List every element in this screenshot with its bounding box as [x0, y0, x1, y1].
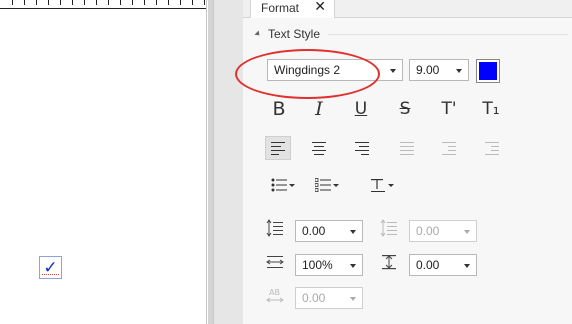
justify-icon: [400, 141, 414, 155]
chevron-down-icon: [456, 69, 462, 73]
document-canvas[interactable]: ✓: [0, 0, 207, 324]
numbered-list-icon: [315, 178, 331, 192]
italic-icon: I: [315, 98, 323, 120]
align-center-icon: [312, 141, 326, 155]
outdent-icon: [485, 141, 499, 155]
bold-button[interactable]: B: [266, 97, 292, 121]
character-spacing-select[interactable]: 0.00: [295, 287, 363, 309]
bullet-list-icon: [271, 178, 287, 192]
chevron-down-icon: [289, 183, 295, 187]
subscript-icon: T₁: [482, 99, 500, 119]
align-center-button[interactable]: [306, 136, 332, 160]
indent-button[interactable]: [436, 136, 462, 160]
collapse-triangle-icon: [254, 30, 262, 38]
chevron-down-icon: [464, 264, 470, 268]
justify-button[interactable]: [394, 136, 420, 160]
baseline-offset-select[interactable]: 0.00: [409, 254, 477, 276]
text-direction-button[interactable]: [367, 173, 397, 197]
character-scale-icon: [264, 251, 286, 273]
format-panel: Format ✕ Text Style Wingdings 2 9.00 B I…: [235, 0, 572, 324]
ruler: [0, 0, 206, 9]
strikethrough-icon: S: [399, 99, 411, 119]
bold-icon: B: [272, 98, 286, 120]
baseline-offset-icon: [378, 251, 400, 273]
font-family-value: Wingdings 2: [274, 63, 341, 77]
font-color-swatch: [479, 62, 497, 80]
subscript-button[interactable]: T₁: [478, 97, 504, 121]
tab-format-label: Format: [261, 1, 300, 15]
superscript-button[interactable]: T': [436, 97, 462, 121]
chevron-down-icon: [388, 183, 394, 187]
paragraph-spacing-icon: [378, 217, 400, 239]
text-direction-icon: [371, 179, 385, 192]
align-left-icon: [271, 141, 285, 155]
character-spacing-icon: AB: [264, 284, 286, 306]
chevron-down-icon: [350, 297, 356, 301]
chevron-down-icon: [333, 183, 339, 187]
tab-format[interactable]: Format ✕: [250, 0, 335, 18]
underline-icon: U: [354, 99, 368, 119]
panel-splitter[interactable]: [208, 0, 243, 324]
line-spacing-select[interactable]: 0.00: [295, 220, 363, 242]
svg-text:AB: AB: [269, 288, 280, 297]
section-title: Text Style: [268, 27, 321, 41]
font-size-select[interactable]: 9.00: [409, 59, 469, 81]
chevron-down-icon: [350, 230, 356, 234]
paragraph-spacing-select[interactable]: 0.00: [409, 220, 477, 242]
character-scale-select[interactable]: 100%: [295, 254, 363, 276]
chevron-down-icon: [464, 230, 470, 234]
superscript-icon: T': [441, 99, 457, 119]
strikethrough-button[interactable]: S: [392, 97, 418, 121]
paragraph-spacing-value: 0.00: [416, 224, 440, 238]
section-divider: [328, 34, 568, 35]
outdent-button[interactable]: [479, 136, 505, 160]
align-left-button[interactable]: [265, 136, 291, 160]
bullet-list-button[interactable]: [267, 173, 299, 197]
tab-bar: Format ✕: [243, 0, 572, 18]
close-icon[interactable]: ✕: [314, 0, 326, 15]
line-spacing-icon: [264, 217, 286, 239]
font-size-value: 9.00: [416, 63, 440, 77]
italic-button[interactable]: I: [306, 97, 332, 121]
chevron-down-icon: [350, 264, 356, 268]
baseline-offset-value: 0.00: [416, 258, 440, 272]
font-color-picker[interactable]: [476, 59, 500, 83]
font-family-select[interactable]: Wingdings 2: [267, 59, 403, 81]
checkbox-glyph[interactable]: ✓: [39, 256, 62, 279]
line-spacing-value: 0.00: [302, 224, 326, 238]
text-style-header[interactable]: Text Style: [254, 27, 321, 41]
indent-icon: [442, 141, 456, 155]
chevron-down-icon: [390, 69, 396, 73]
underline-button[interactable]: U: [348, 97, 374, 121]
numbered-list-button[interactable]: [311, 173, 343, 197]
character-scale-value: 100%: [302, 258, 333, 272]
align-right-icon: [355, 141, 369, 155]
character-spacing-value: 0.00: [302, 291, 326, 305]
align-right-button[interactable]: [349, 136, 375, 160]
